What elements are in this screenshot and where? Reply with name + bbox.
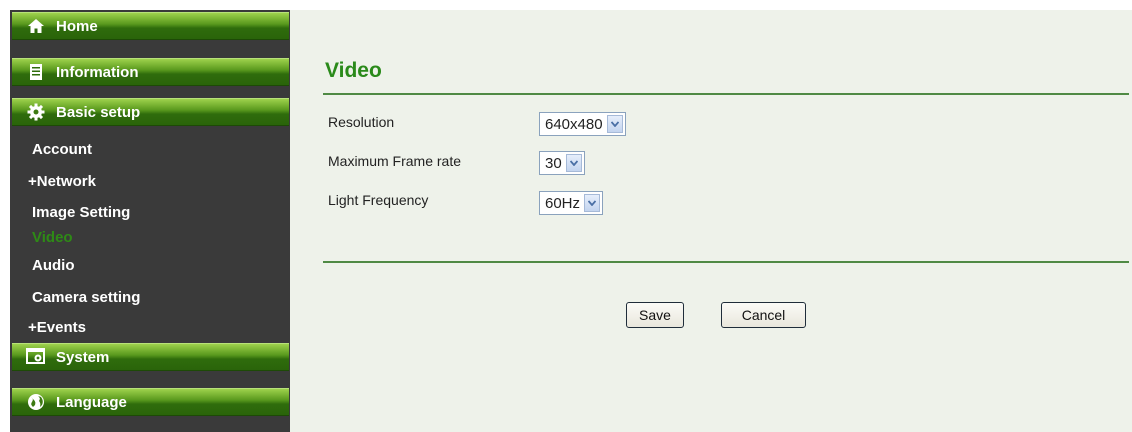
system-icon <box>26 347 46 367</box>
main-content: Video Resolution 640x480 Maximum Frame r… <box>290 10 1132 432</box>
title-divider <box>323 93 1129 95</box>
max-frame-rate-label: Maximum Frame rate <box>328 153 462 169</box>
home-icon <box>26 16 46 36</box>
sidebar-item-image-setting[interactable]: Image Setting <box>32 204 130 222</box>
sidebar-item-video[interactable]: Video <box>32 229 73 247</box>
gear-icon <box>26 102 46 122</box>
nav-language-button[interactable]: Language <box>12 388 289 416</box>
form-divider <box>323 261 1129 263</box>
light-frequency-value: 60Hz <box>545 194 581 212</box>
nav-information-label: Information <box>56 63 139 81</box>
document-icon <box>26 62 46 82</box>
cancel-button[interactable]: Cancel <box>721 302 806 328</box>
nav-home-button[interactable]: Home <box>12 12 289 40</box>
nav-home-label: Home <box>56 17 98 35</box>
nav-system-label: System <box>56 348 110 366</box>
chevron-down-icon <box>606 115 623 133</box>
save-button[interactable]: Save <box>626 302 684 328</box>
globe-icon <box>26 392 46 412</box>
nav-language-label: Language <box>56 393 127 411</box>
resolution-label: Resolution <box>328 114 395 130</box>
nav-basic-setup-button[interactable]: Basic setup <box>12 98 289 126</box>
max-frame-rate-value: 30 <box>545 154 562 172</box>
chevron-down-icon <box>584 194 601 212</box>
sidebar-item-network[interactable]: +Network <box>28 173 96 191</box>
resolution-select[interactable]: 640x480 <box>539 112 626 136</box>
sidebar-item-audio[interactable]: Audio <box>32 257 75 275</box>
chevron-down-icon <box>565 154 582 172</box>
sidebar-item-account[interactable]: Account <box>32 141 92 159</box>
nav-basic-setup-label: Basic setup <box>56 103 141 121</box>
sidebar: Home Information Basic setup Account +Ne… <box>10 10 290 432</box>
sidebar-item-camera-setting[interactable]: Camera setting <box>32 289 140 307</box>
nav-information-button[interactable]: Information <box>12 58 289 86</box>
light-frequency-label: Light Frequency <box>328 192 429 208</box>
resolution-value: 640x480 <box>545 115 603 133</box>
light-frequency-select[interactable]: 60Hz <box>539 191 604 215</box>
page-title: Video <box>325 59 382 82</box>
nav-system-button[interactable]: System <box>12 343 289 371</box>
max-frame-rate-select[interactable]: 30 <box>539 151 585 175</box>
sidebar-item-events[interactable]: +Events <box>28 319 86 337</box>
